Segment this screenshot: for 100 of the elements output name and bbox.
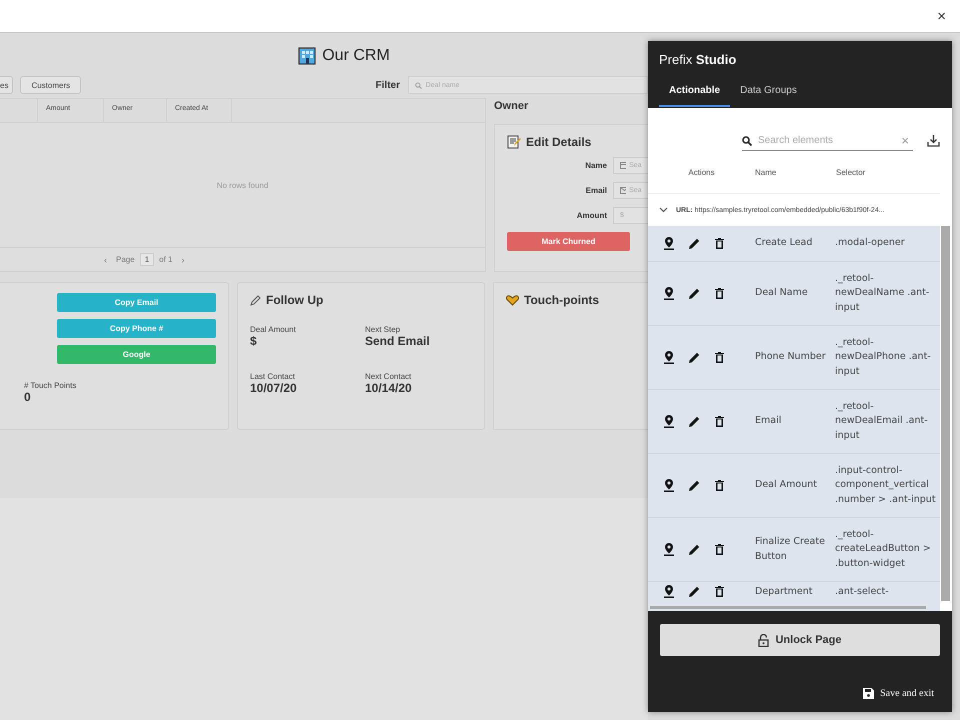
- trash-icon: [715, 586, 724, 597]
- element-name: Department: [755, 585, 814, 599]
- trash-icon: [715, 416, 724, 427]
- location-pin-icon: [664, 415, 674, 428]
- section-label: Owner: [494, 99, 530, 114]
- element-selector: ._retool-createLeadButton > .button-widget: [835, 528, 932, 571]
- page-count: of 1: [159, 255, 172, 264]
- pencil-icon: [689, 288, 700, 299]
- edit-button[interactable]: [689, 544, 700, 555]
- location-pin-icon: [664, 585, 674, 598]
- delete-button[interactable]: [715, 416, 724, 427]
- pen-icon: [250, 294, 261, 306]
- delete-button[interactable]: [715, 480, 724, 491]
- element-selector: .input-control-component_vertical .number > .ant-input: [835, 464, 937, 507]
- column-header: Name: [755, 168, 776, 177]
- edit-button[interactable]: [689, 288, 700, 299]
- panel-title: Prefix Studio: [659, 52, 738, 67]
- column-header: Actions: [688, 168, 715, 177]
- pencil-icon: [689, 544, 700, 555]
- element-selector: ._retool-newDealPhone .ant-input: [835, 336, 932, 379]
- heart-icon: [506, 294, 519, 306]
- mark-churned-button[interactable]: Mark Churned: [507, 232, 630, 251]
- search-icon: [742, 136, 752, 146]
- field-label: Name: [585, 161, 607, 170]
- stat-label: Next Step: [365, 325, 402, 334]
- tab[interactable]: Data Groups: [730, 81, 807, 107]
- notepad-icon: [507, 135, 521, 149]
- pencil-icon: [689, 480, 700, 491]
- chevron-icon[interactable]: [659, 207, 668, 213]
- empty-message: No rows found: [216, 180, 268, 190]
- delete-button[interactable]: [715, 544, 724, 555]
- delete-button[interactable]: [715, 586, 724, 597]
- next-page-button[interactable]: ›: [177, 254, 188, 264]
- element-name: Deal Amount: [755, 478, 818, 492]
- mail-icon: [620, 187, 626, 194]
- element-name: Phone Number: [755, 350, 827, 364]
- edit-button[interactable]: [689, 480, 700, 491]
- location-pin-icon: [664, 351, 674, 364]
- stat-value: Send Email: [365, 334, 431, 348]
- column-header: Selector: [836, 168, 866, 177]
- element-selector: ._retool-newDealName .ant-input: [835, 272, 930, 315]
- card-title: Touch-points: [524, 293, 600, 307]
- save-and-exit-button[interactable]: Save and exit: [857, 687, 940, 700]
- delete-button[interactable]: [715, 288, 724, 299]
- pencil-icon: [689, 416, 700, 427]
- pencil-icon: [689, 352, 700, 363]
- locate-button[interactable]: [664, 543, 674, 556]
- element-selector: .modal-opener: [835, 236, 906, 250]
- locate-button[interactable]: [664, 415, 674, 428]
- page-label: Page: [116, 255, 135, 264]
- stat-value: 10/07/20: [250, 381, 298, 395]
- stat-label: # Touch Points: [24, 381, 78, 390]
- location-pin-icon: [664, 543, 674, 556]
- nav-button[interactable]: es: [0, 76, 14, 94]
- field-label: Email: [586, 186, 607, 195]
- padlock-icon: [758, 634, 770, 646]
- close-button[interactable]: ×: [933, 8, 950, 24]
- stat-label: Last Contact: [250, 372, 296, 381]
- stat-value: 10/14/20: [365, 381, 413, 395]
- card-title: Follow Up: [266, 293, 324, 307]
- delete-button[interactable]: [715, 238, 724, 249]
- trash-icon: [715, 480, 724, 491]
- element-selector: ._retool-newDealEmail .ant-input: [835, 400, 929, 443]
- location-pin-icon: [664, 287, 674, 300]
- field-label: Amount: [576, 211, 607, 220]
- element-name: Deal Name: [755, 286, 809, 300]
- edit-button[interactable]: [689, 238, 700, 249]
- save-icon: [863, 688, 874, 699]
- stat-value: 0: [24, 390, 32, 404]
- locate-button[interactable]: [664, 479, 674, 492]
- page-number-field[interactable]: 1: [140, 253, 154, 266]
- edit-button[interactable]: [689, 416, 700, 427]
- locate-button[interactable]: [664, 351, 674, 364]
- unlock-page-button[interactable]: Unlock Page: [660, 624, 940, 656]
- delete-button[interactable]: [715, 352, 724, 363]
- trash-icon: [715, 352, 724, 363]
- trash-icon: [715, 288, 724, 299]
- nav-button[interactable]: Customers: [20, 76, 82, 94]
- pencil-icon: [689, 586, 700, 597]
- stat-value: $: [250, 334, 258, 348]
- filter-label: Filter: [376, 80, 400, 90]
- locate-button[interactable]: [664, 287, 674, 300]
- location-pin-icon: [664, 237, 674, 250]
- locate-button[interactable]: [664, 585, 674, 598]
- element-name: Email: [755, 414, 782, 428]
- edit-button[interactable]: [689, 352, 700, 363]
- download-icon[interactable]: [927, 135, 940, 147]
- stat-label: Next Contact: [365, 372, 412, 381]
- trash-icon: [715, 544, 724, 555]
- building-icon: [298, 47, 316, 65]
- element-name: Finalize Create Button: [755, 535, 826, 564]
- element-selector: .ant-select-: [835, 585, 890, 599]
- element-name: Create Lead: [755, 236, 814, 250]
- trash-icon: [715, 238, 724, 249]
- card-title: Edit Details: [526, 135, 592, 149]
- locate-button[interactable]: [664, 237, 674, 250]
- previous-page-button[interactable]: ‹: [100, 254, 111, 264]
- stat-label: Deal Amount: [250, 325, 297, 334]
- edit-button[interactable]: [689, 586, 700, 597]
- card-icon: [620, 162, 626, 169]
